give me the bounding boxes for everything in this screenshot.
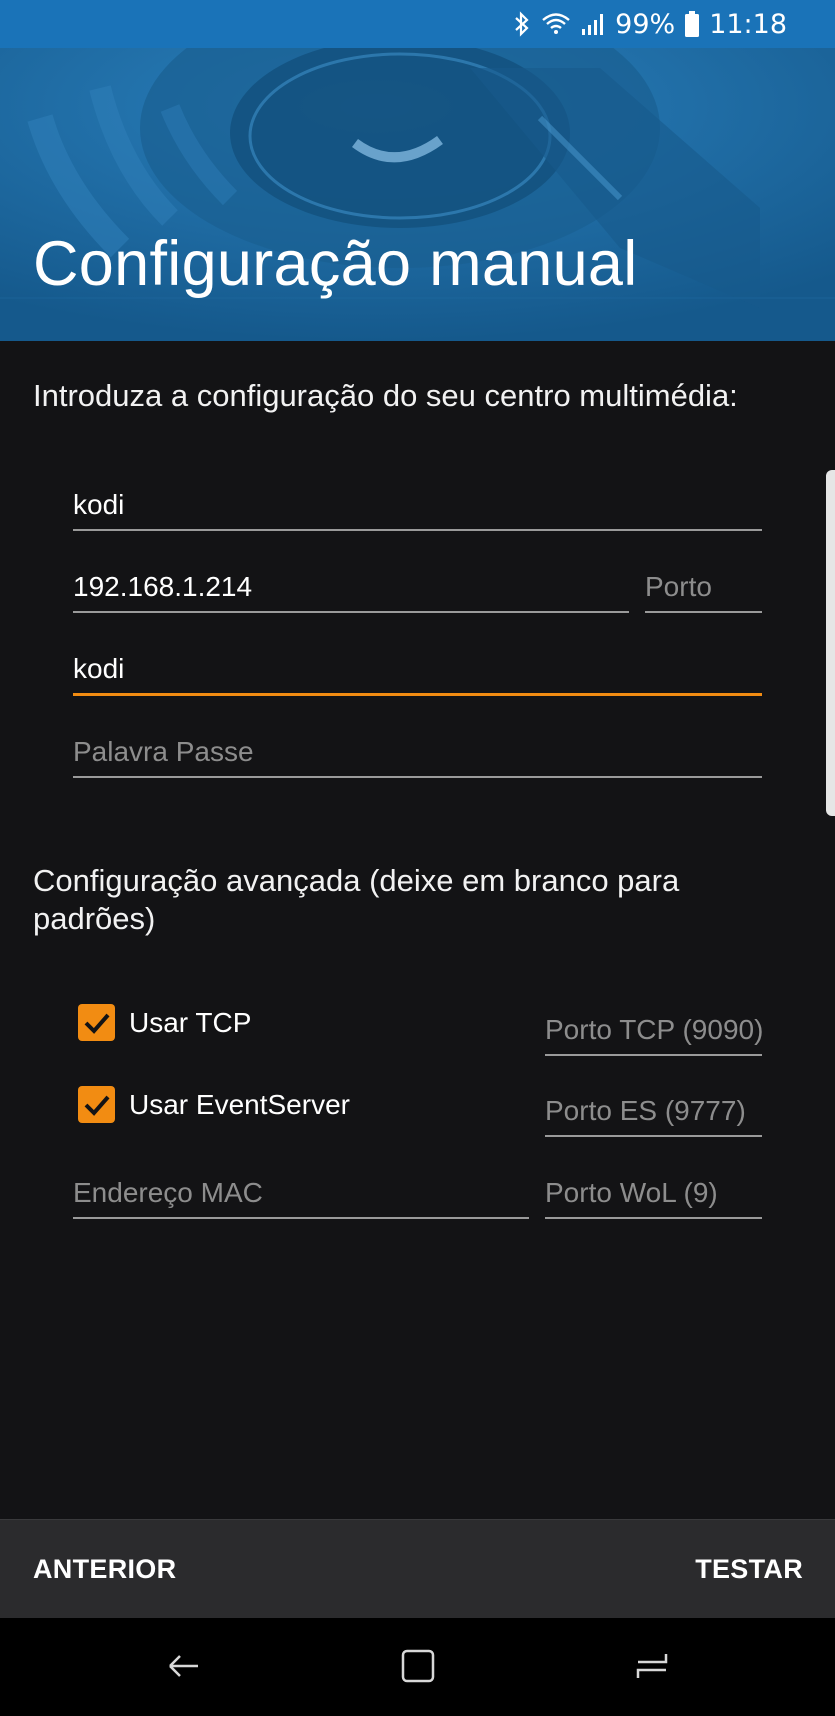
back-icon[interactable]: [166, 1648, 202, 1689]
tcp-port-input[interactable]: [545, 1014, 762, 1046]
es-port-input[interactable]: [545, 1095, 762, 1127]
page-title: Configuração manual: [33, 229, 638, 299]
password-field[interactable]: [73, 722, 762, 778]
battery-percent: 99%: [615, 8, 676, 40]
use-eventserver-label: Usar EventServer: [129, 1088, 350, 1120]
recent-apps-icon[interactable]: [634, 1648, 670, 1689]
mac-address-field[interactable]: [73, 1163, 529, 1219]
previous-button[interactable]: ANTERIOR: [33, 1554, 176, 1585]
bluetooth-icon: [513, 11, 531, 37]
wol-port-field[interactable]: [545, 1163, 762, 1219]
checkmark-icon: [84, 1013, 110, 1034]
username-field[interactable]: [73, 640, 762, 696]
name-field[interactable]: [73, 475, 762, 531]
clock: 11:18: [709, 8, 787, 40]
username-input[interactable]: [73, 653, 762, 685]
test-button[interactable]: TESTAR: [695, 1554, 803, 1585]
home-icon[interactable]: [400, 1648, 436, 1689]
use-tcp-label: Usar TCP: [129, 1006, 252, 1038]
scrollbar-handle[interactable]: [826, 470, 835, 816]
system-navigation-bar: [0, 1618, 835, 1716]
status-bar: 99% 11:18: [0, 0, 835, 48]
port-field[interactable]: [645, 557, 762, 613]
battery-icon: [685, 11, 700, 37]
bottom-action-bar: ANTERIOR TESTAR: [0, 1519, 835, 1619]
use-tcp-checkbox-row[interactable]: Usar TCP: [78, 1004, 251, 1041]
address-input[interactable]: [73, 571, 629, 603]
intro-text: Introduza a configuração do seu centro m…: [33, 378, 738, 413]
port-input[interactable]: [645, 571, 762, 603]
advanced-section-title: Configuração avançada (deixe em branco p…: [33, 863, 680, 936]
address-field[interactable]: [73, 557, 629, 613]
signal-icon: [581, 12, 605, 36]
use-eventserver-checkbox-row[interactable]: Usar EventServer: [78, 1086, 350, 1123]
es-port-field[interactable]: [545, 1081, 762, 1137]
password-input[interactable]: [73, 736, 762, 768]
mac-address-input[interactable]: [73, 1177, 529, 1209]
header-banner: Configuração manual: [0, 48, 835, 341]
use-tcp-checkbox[interactable]: [78, 1004, 115, 1041]
name-input[interactable]: [73, 489, 762, 521]
tcp-port-field[interactable]: [545, 1000, 762, 1056]
wifi-icon: [541, 12, 571, 36]
wol-port-input[interactable]: [545, 1177, 762, 1209]
checkmark-icon: [84, 1095, 110, 1116]
use-eventserver-checkbox[interactable]: [78, 1086, 115, 1123]
